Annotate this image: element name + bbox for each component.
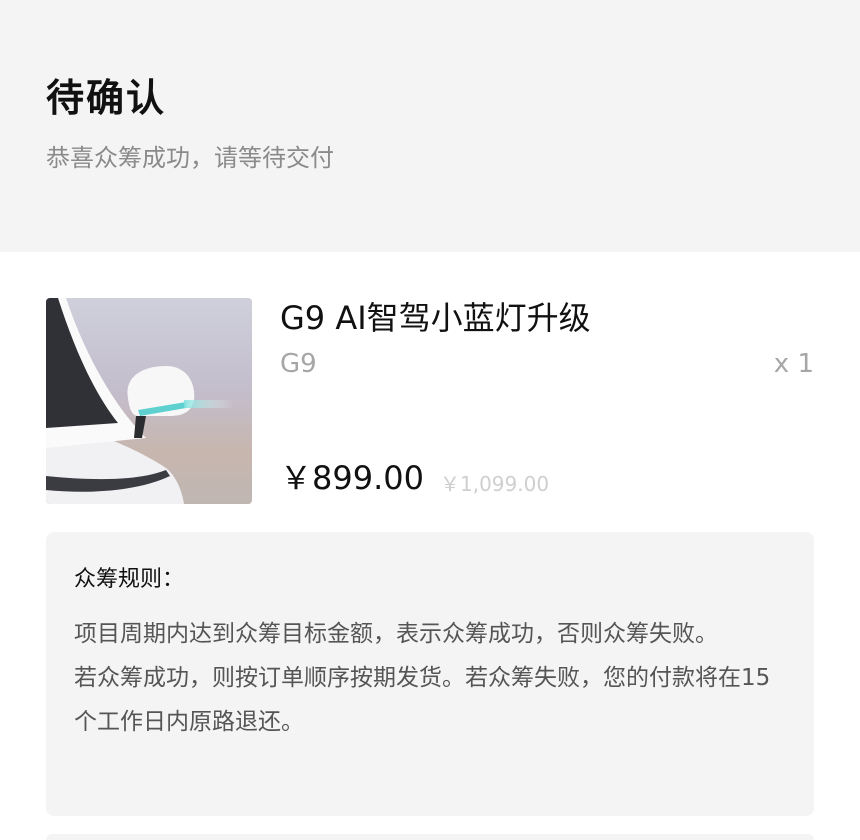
product-card[interactable]: G9 AI智驾小蓝灯升级 G9 x 1 ￥899.00 ￥1,099.00 众筹… (0, 252, 860, 840)
product-original-price: ￥1,099.00 (440, 472, 550, 496)
rules-heading: 众筹规则： (74, 567, 185, 592)
next-section-edge (46, 834, 814, 840)
product-quantity: x 1 (773, 349, 814, 379)
product-image[interactable] (46, 298, 252, 504)
order-detail-page: 待确认 恭喜众筹成功，请等待交付 G9 AI智驾小蓝灯升级 G9 x 1 ￥89… (0, 0, 860, 840)
product-name[interactable]: G9 AI智驾小蓝灯升级 (280, 296, 591, 340)
car-mirror-illustration (46, 298, 252, 504)
order-status-header: 待确认 恭喜众筹成功，请等待交付 (0, 0, 860, 252)
product-price: ￥899.00 (280, 459, 424, 497)
product-variant: G9 (280, 349, 317, 379)
order-status-subtitle: 恭喜众筹成功，请等待交付 (46, 144, 334, 172)
crowdfunding-rules-box: 众筹规则： 项目周期内达到众筹目标金额，表示众筹成功，否则众筹失败。 若众筹成功… (46, 532, 814, 816)
order-status-title: 待确认 (46, 76, 167, 120)
rules-paragraph-2: 若众筹成功，则按订单顺序按期发货。若众筹失败，您的付款将在15个工作日内原路退还… (74, 665, 771, 735)
rules-paragraph-1: 项目周期内达到众筹目标金额，表示众筹成功，否则众筹失败。 (74, 621, 718, 647)
